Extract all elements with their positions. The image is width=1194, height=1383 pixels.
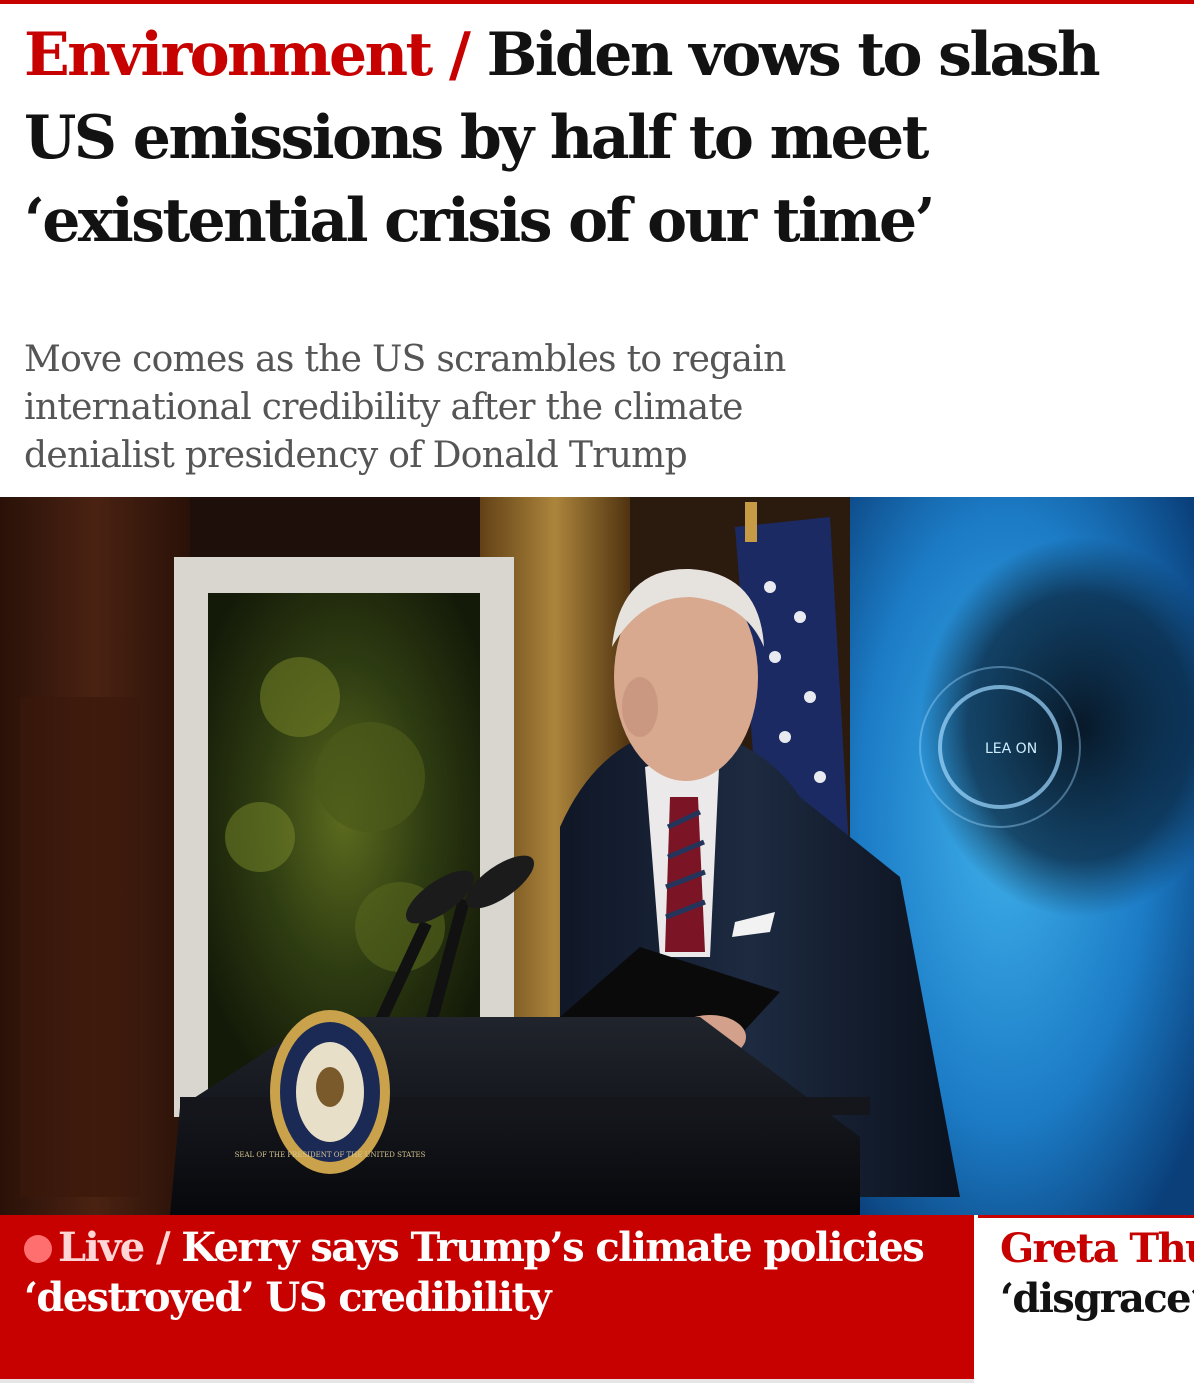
related-card-live[interactable]: Live / Kerry says Trump’s climate polici…: [0, 1215, 974, 1379]
bottom-divider: [0, 1379, 974, 1383]
live-indicator-icon: [24, 1235, 52, 1263]
article-standfirst: Move comes as the US scrambles to regain…: [24, 339, 786, 476]
section-color-bar: [0, 0, 1194, 4]
article-page: Environment / Biden vows to slash US emi…: [0, 0, 1194, 1383]
section-kicker[interactable]: Environment: [24, 20, 433, 90]
related-card-greta-line2[interactable]: ‘disgrace’,: [1000, 1275, 1194, 1322]
screen-text: LEA ON: [985, 741, 1037, 757]
live-kicker: Live: [58, 1224, 145, 1271]
kicker-separator: /: [448, 20, 471, 90]
live-kicker-separator: /: [155, 1224, 171, 1271]
related-stories: Live / Kerry says Trump’s climate polici…: [0, 1215, 1194, 1383]
related-card-greta[interactable]: Greta Thu ‘disgrace’,: [978, 1215, 1194, 1379]
article-headline[interactable]: Environment / Biden vows to slash US emi…: [24, 14, 1174, 263]
related-card-greta-line1[interactable]: Greta Thu: [1000, 1225, 1194, 1272]
related-card-live-title[interactable]: Live / Kerry says Trump’s climate polici…: [24, 1223, 954, 1323]
related-card-greta-title[interactable]: Greta Thu ‘disgrace’,: [1000, 1224, 1194, 1324]
hero-image[interactable]: LEA ON SEAL OF THE PRESIDENT OF THE UNIT…: [0, 497, 1194, 1215]
seal-text: SEAL OF THE PRESIDENT OF THE UNITED STAT…: [235, 1151, 426, 1159]
